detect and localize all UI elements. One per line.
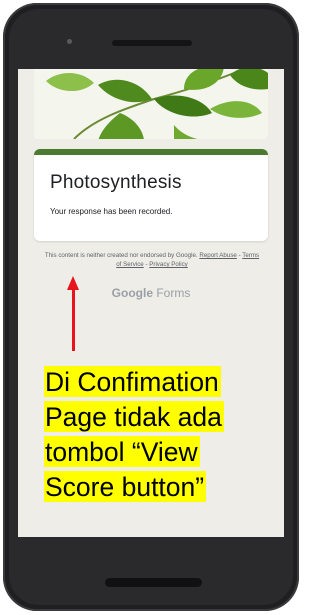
footer-disclaimer: This content is neither created nor endo… <box>42 251 262 269</box>
google-wordmark: Google <box>111 286 153 300</box>
form-theme-bar <box>34 149 268 155</box>
privacy-policy-link[interactable]: Privacy Policy <box>149 261 188 268</box>
leaves-illustration <box>34 69 268 139</box>
callout-line-2: Page tidak ada <box>44 401 224 432</box>
annotation-arrow-shaft <box>72 289 75 351</box>
disclaimer-text: This content is neither created nor endo… <box>44 252 198 259</box>
bottom-speaker-grille <box>105 578 202 587</box>
form-title: Photosynthesis <box>50 172 182 193</box>
form-confirmation-card: Photosynthesis Your response has been re… <box>34 149 268 241</box>
report-abuse-link[interactable]: Report Abuse <box>199 252 237 259</box>
forms-wordmark: Forms <box>156 286 191 300</box>
confirmation-message: Your response has been recorded. <box>50 207 173 216</box>
google-forms-logo[interactable]: Google Forms <box>18 286 284 300</box>
earpiece-speaker <box>112 40 192 46</box>
callout-line-3: tombol “View <box>44 436 200 467</box>
callout-line-1: Di Confimation <box>44 366 221 397</box>
annotation-callout: Di Confimation Page tidak ada tombol “Vi… <box>44 366 284 506</box>
front-camera <box>67 39 72 44</box>
callout-line-4: Score button” <box>44 471 207 502</box>
annotation-arrow-head <box>67 276 79 290</box>
form-header-image <box>34 69 268 139</box>
